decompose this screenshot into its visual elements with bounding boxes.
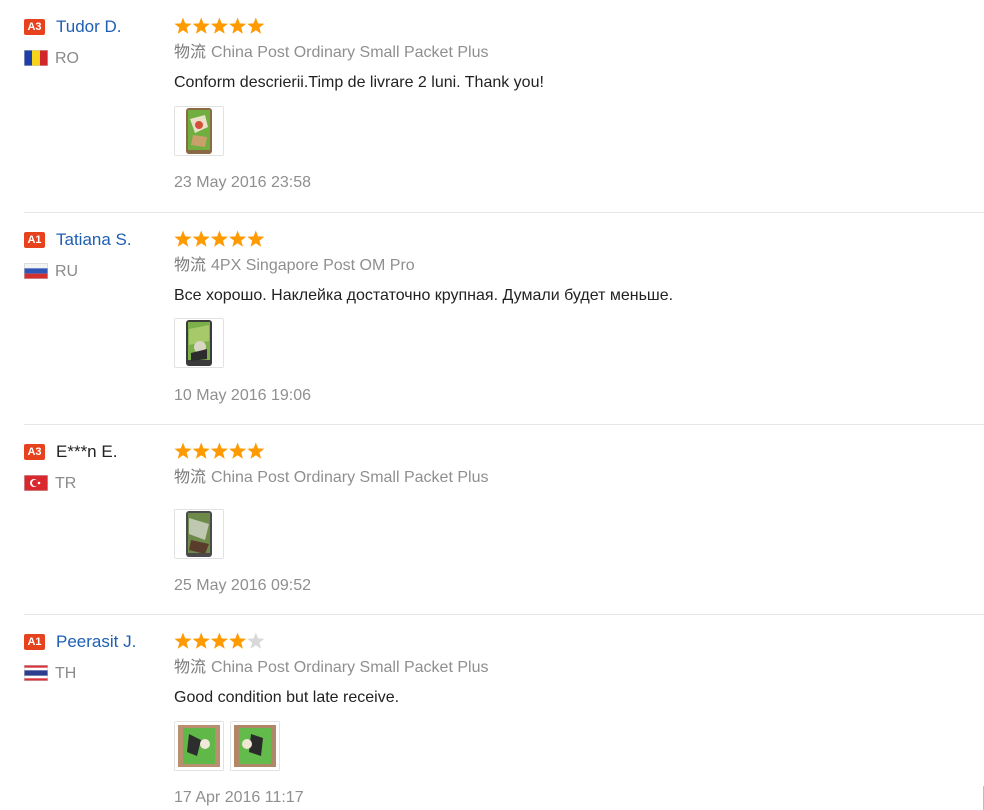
review-photo-thumbnail[interactable]: [230, 721, 280, 771]
buyer-level-badge: A1: [24, 634, 45, 650]
star-filled-icon: [174, 632, 192, 649]
star-filled-icon: [210, 632, 228, 649]
logistics-method: 4PX Singapore Post OM Pro: [211, 257, 415, 274]
star-filled-icon: [247, 230, 265, 247]
review-date: 10 May 2016 19:06: [174, 387, 311, 404]
star-rating: [174, 442, 266, 460]
review-text: Все хорошо. Наклейка достаточно крупная.…: [174, 287, 674, 304]
review-text: Good condition but late receive.: [174, 689, 400, 706]
star-filled-icon: [229, 632, 247, 649]
logistics-info: 物流 China Post Ordinary Small Packet Plus: [174, 43, 488, 63]
buyer-country: RO: [55, 50, 79, 67]
logistics-label: 物流: [174, 469, 207, 486]
star-filled-icon: [210, 17, 228, 34]
star-filled-icon: [247, 17, 265, 34]
flag-ru-icon: [24, 263, 48, 279]
feedback-item: A1 Tatiana S. RU 物流 4PX Singapore Post OM…: [0, 213, 984, 425]
star-filled-icon: [229, 442, 247, 459]
star-rating: [174, 632, 266, 650]
review-date: 25 May 2016 09:52: [174, 577, 311, 594]
star-filled-icon: [192, 17, 210, 34]
review-photo-thumbnail[interactable]: [174, 318, 224, 368]
logistics-label: 物流: [174, 659, 207, 676]
star-filled-icon: [174, 230, 192, 247]
buyer-level-badge: A1: [24, 232, 45, 248]
buyer-name-link[interactable]: Tatiana S.: [56, 230, 132, 250]
logistics-label: 物流: [174, 44, 207, 61]
review-photo-thumbnail[interactable]: [174, 509, 224, 559]
star-filled-icon: [192, 230, 210, 247]
star-rating: [174, 230, 266, 248]
buyer-name: E***n E.: [56, 442, 118, 461]
flag-ro-icon: [24, 50, 48, 66]
buyer-country: TR: [55, 475, 77, 492]
logistics-method: China Post Ordinary Small Packet Plus: [211, 659, 489, 676]
feedback-item: A3 Tudor D. RO 物流 China Post Ordinary Sma…: [0, 0, 984, 213]
feedback-item: A1 Peerasit J. TH 物流 China Post Ordinary …: [0, 615, 984, 810]
logistics-info: 物流 China Post Ordinary Small Packet Plus: [174, 468, 488, 488]
feedback-item: A3 E***n E. TR 物流 China Post Ordinary Sma…: [0, 425, 984, 615]
star-filled-icon: [247, 442, 265, 459]
buyer-name-link[interactable]: Tudor D.: [56, 17, 122, 37]
star-rating: [174, 17, 266, 35]
buyer-country: TH: [55, 665, 77, 682]
star-filled-icon: [174, 17, 192, 34]
star-filled-icon: [192, 442, 210, 459]
buyer-country: RU: [55, 263, 79, 280]
logistics-label: 物流: [174, 257, 207, 274]
buyer-level-badge: A3: [24, 19, 45, 35]
logistics-method: China Post Ordinary Small Packet Plus: [211, 44, 489, 61]
logistics-method: China Post Ordinary Small Packet Plus: [211, 469, 489, 486]
buyer-level-badge: A3: [24, 444, 45, 460]
star-filled-icon: [192, 632, 210, 649]
flag-tr-icon: [24, 475, 48, 491]
star-filled-icon: [229, 17, 247, 34]
flag-th-icon: [24, 665, 48, 681]
star-filled-icon: [174, 442, 192, 459]
review-photo-thumbnail[interactable]: [174, 721, 224, 771]
review-date: 17 Apr 2016 11:17: [174, 789, 304, 806]
review-photo-thumbnail[interactable]: [174, 106, 224, 156]
review-date: 23 May 2016 23:58: [174, 174, 311, 191]
review-text: Conform descrierii.Timp de livrare 2 lun…: [174, 74, 544, 91]
star-filled-icon: [229, 230, 247, 247]
star-empty-icon: [247, 632, 265, 649]
star-filled-icon: [210, 230, 228, 247]
logistics-info: 物流 China Post Ordinary Small Packet Plus: [174, 658, 488, 678]
buyer-name-link[interactable]: Peerasit J.: [56, 632, 136, 652]
logistics-info: 物流 4PX Singapore Post OM Pro: [174, 256, 415, 276]
star-filled-icon: [210, 442, 228, 459]
